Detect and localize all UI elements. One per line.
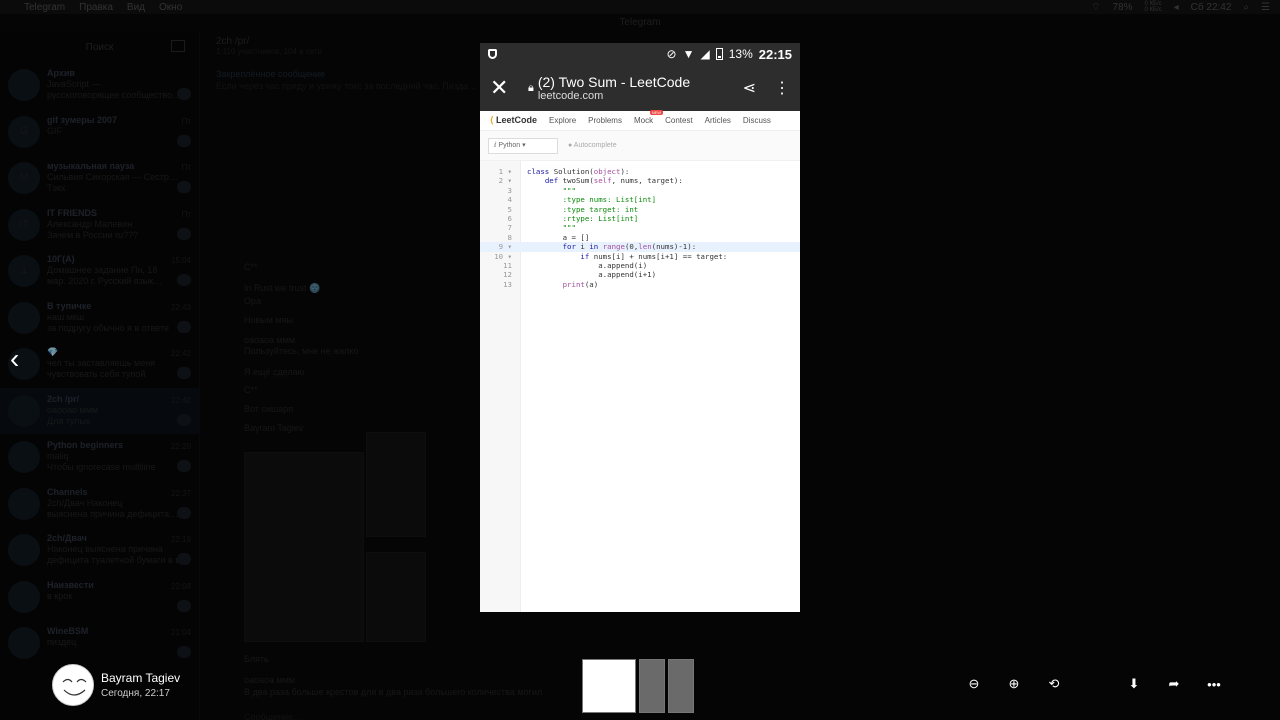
language-select: ⅈ Python ▾ [488,137,558,154]
code-line: 1 ▾ class Solution(object): [480,167,800,176]
code-line: 11 a.append(i) [480,261,800,270]
code-line: 4 :type nums: List[int] [480,195,800,204]
thumbnail[interactable] [639,659,665,713]
code-text: def twoSum(self, nums, target): [544,176,683,186]
nav-discuss: Discuss [742,116,771,125]
line-number: 7 [507,223,512,233]
code-text: :type target: int [527,204,639,214]
code-text: """ [527,223,576,233]
code-line: 6 :rtype: List[int] [480,214,800,223]
forward-icon[interactable]: ➦ [1154,676,1194,692]
code-text: a.append(i) [527,260,648,270]
leetcode-nav: ⟨ LeetCode Explore Problems Mock NEW Cont… [480,110,800,131]
phone-battery: 13% [728,47,753,61]
photo-sender[interactable]: Bayram Tagiev Сегодня, 22:17 [52,664,180,706]
code-line: 5 :type target: int [480,205,800,214]
thumbnail[interactable] [668,659,694,713]
signal-icon: ◢ [700,47,710,61]
autocomplete-toggle: ● Autocomplete [568,142,617,149]
line-number: 12 [503,270,512,280]
download-icon[interactable]: ⬇ [1114,676,1154,692]
line-number: 10 ▾ [494,251,512,261]
code-line: 3 """ [480,186,800,195]
language-label: Python [498,141,521,149]
lock-icon: 🔒︎ [528,81,534,94]
code-text: for i in range(0,len(nums)-1): [562,242,697,252]
new-badge: NEW [649,110,664,115]
viewed-photo: ⊘ ▼ ◢ 13% 22:15 ✕ 🔒︎ (2) Two Sum - LeetC… [480,43,800,612]
code-line: 7 """ [480,223,800,232]
line-number: 5 [507,204,512,214]
line-number: 2 ▾ [498,176,512,186]
close-icon: ✕ [490,75,509,100]
zoom-in-icon[interactable]: ⊕ [994,676,1034,692]
code-text: if nums[i] + nums[i+1] == target: [580,251,728,261]
code-line: 2 ▾ def twoSum(self, nums, target): [480,176,800,185]
more-vertical-icon: ⋮ [774,80,790,97]
rotate-icon[interactable]: ⟲ [1034,676,1074,692]
nav-mock: Mock NEW [633,110,664,125]
leetcode-logo-text: LeetCode [496,115,538,125]
code-text: class Solution(object): [527,167,630,176]
code-text: print(a) [562,279,599,289]
line-number: 13 [503,279,512,289]
viewer-toolbar: ⊖ ⊕ ⟲ ⬇ ➦ ••• [954,676,1234,692]
wifi-icon: ▼ [682,47,695,61]
avatar[interactable] [52,664,94,706]
leetcode-logo: ⟨ LeetCode [490,115,538,125]
sender-name: Bayram Tagiev [101,671,181,685]
line-number: 9 ▾ [498,242,512,252]
troll-face-icon [54,666,93,705]
phone-clock: 22:15 [758,46,792,62]
line-number: 1 ▾ [498,167,512,176]
photo-thumbnails [582,659,694,713]
line-number: 11 [503,260,512,270]
android-status-bar: ⊘ ▼ ◢ 13% 22:15 [480,43,800,65]
browser-url: leetcode.com [537,89,604,102]
code-line: 13 print(a) [480,280,800,289]
code-text: a.append(i+1) [527,270,657,280]
code-line: 12 a.append(i+1) [480,270,800,279]
zoom-out-icon[interactable]: ⊖ [954,676,994,692]
code-editor: 1 ▾ class Solution(object): 2 ▾ def twoSum… [480,161,800,612]
line-number: 3 [507,185,512,195]
line-number: 6 [507,213,512,223]
thumbnail-current[interactable] [582,659,636,713]
sender-date: Сегодня, 22:17 [101,688,170,699]
battery-icon [715,48,723,60]
code-text: a = [] [527,232,590,242]
code-text: :type nums: List[int] [527,195,657,205]
custom-tab-toolbar: ✕ 🔒︎ (2) Two Sum - LeetCode leetcode.com… [480,65,800,111]
autocomplete-label: Autocomplete [573,142,617,149]
browser-page-title: (2) Two Sum - LeetCode [537,73,691,90]
line-number: 8 [507,232,512,242]
chevron-left-icon[interactable]: ‹ [10,344,19,374]
code-line: 10 ▾ if nums[i] + nums[i+1] == target: [480,252,800,261]
nav-explore: Explore [549,116,577,125]
dnd-icon: ⊘ [666,47,677,61]
code-text: """ [527,185,576,195]
code-line: 8 a = [] [480,233,800,242]
code-text: :rtype: List[int] [527,213,639,223]
nav-mock-label: Mock [633,116,654,125]
share-icon: ⋖ [742,80,756,97]
more-horizontal-icon[interactable]: ••• [1194,677,1234,692]
code-line: 9 ▾ for i in range(0,len(nums)-1): [480,242,800,252]
nav-problems: Problems [588,116,622,125]
nav-articles: Articles [704,116,731,125]
line-number: 4 [507,195,512,205]
nav-contest: Contest [665,116,693,125]
code-lines: 1 ▾ class Solution(object): 2 ▾ def twoSum… [480,161,800,289]
shield-icon [488,49,497,59]
editor-toolbar: ⅈ Python ▾ ● Autocomplete [480,131,800,161]
